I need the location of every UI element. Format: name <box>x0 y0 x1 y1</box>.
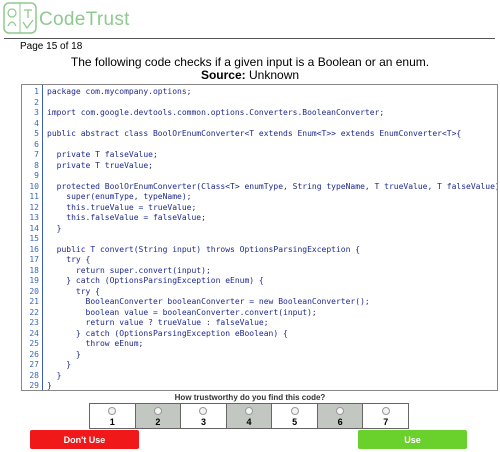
line-number: 14 <box>29 223 39 233</box>
line-number: 29 <box>29 381 39 390</box>
rating-option-7[interactable]: 7 <box>363 404 408 428</box>
trust-rating-scale: 1 2 3 4 5 6 7 <box>89 403 409 429</box>
code-line: package com.mycompany.options; <box>47 87 192 96</box>
line-number: 23 <box>29 318 39 327</box>
code-line: } <box>47 381 52 390</box>
code-line: private T trueValue; <box>47 160 153 170</box>
line-number: 11 <box>29 192 39 201</box>
rating-option-2[interactable]: 2 <box>135 404 182 428</box>
line-number: 1 <box>34 87 39 96</box>
line-number: 8 <box>34 160 39 170</box>
code-line: BooleanConverter booleanConverter = new … <box>47 297 370 306</box>
brand-name: CodeTrust <box>39 9 130 30</box>
dont-use-button[interactable]: Don't Use <box>30 430 139 449</box>
code-line: this.falseValue = falseValue; <box>47 213 206 222</box>
line-number: 16 <box>29 244 39 254</box>
line-number: 6 <box>34 139 39 149</box>
header-divider <box>4 38 495 39</box>
rating-radio[interactable] <box>336 407 345 415</box>
line-number: 2 <box>34 97 39 107</box>
code-line: } <box>47 370 62 380</box>
source-value: Unknown <box>249 68 300 82</box>
code-viewer[interactable]: 1 2 3 4 5 6 7 8 9 10 11 12 13 14 15 16 17 18 19 20 21 22 23 24 2… <box>21 84 498 391</box>
line-number: 25 <box>29 339 39 348</box>
rating-label: 7 <box>383 417 389 427</box>
code-content: package com.mycompany.options; import com… <box>47 87 498 390</box>
rating-option-4[interactable]: 4 <box>226 404 273 428</box>
line-number: 15 <box>29 234 39 243</box>
line-number: 7 <box>34 150 39 159</box>
code-line: } <box>47 223 62 233</box>
code-line: private T falseValue; <box>47 150 158 159</box>
code-line: protected BoolOrEnumConverter(Class<T> e… <box>47 181 498 191</box>
line-number: 24 <box>29 328 39 338</box>
rating-radio[interactable] <box>153 407 162 415</box>
source-label: Source: <box>200 68 246 82</box>
header: CodeTrust <box>0 0 500 38</box>
rating-radio[interactable] <box>290 407 299 415</box>
code-line: public abstract class BoolOrEnumConverte… <box>47 129 462 138</box>
rating-label: 4 <box>246 417 252 427</box>
rating-label: 1 <box>109 417 115 427</box>
code-line: boolean value = booleanConverter.convert… <box>47 307 317 317</box>
code-line: super(enumType, typeName); <box>47 192 192 201</box>
rating-radio[interactable] <box>108 407 117 415</box>
code-line: try { <box>47 286 100 296</box>
code-line: } catch (OptionsParsingException eBoolea… <box>47 328 288 338</box>
line-number: 22 <box>29 307 39 317</box>
rating-label: 3 <box>200 417 206 427</box>
code-line: } catch (OptionsParsingException eEnum) … <box>47 276 264 285</box>
line-number: 9 <box>34 171 39 180</box>
line-number: 28 <box>29 370 39 380</box>
rating-option-1[interactable]: 1 <box>90 404 136 428</box>
rating-option-6[interactable]: 6 <box>317 404 364 428</box>
code-line: public T convert(String input) throws Op… <box>47 244 361 254</box>
gutter-divider <box>42 85 43 390</box>
line-number: 20 <box>29 286 39 296</box>
code-line: } <box>47 360 72 369</box>
code-line: import com.google.devtools.common.option… <box>47 108 385 117</box>
line-number: 27 <box>29 360 39 369</box>
line-number: 21 <box>29 297 39 306</box>
page-indicator: Page 15 of 18 <box>20 41 83 52</box>
rating-label: 5 <box>292 417 298 427</box>
code-line: return super.convert(input); <box>47 265 211 275</box>
rating-label: 6 <box>337 417 343 427</box>
line-number: 12 <box>29 202 39 212</box>
rating-question: How trustworthy do you find this code? <box>174 393 326 402</box>
rating-radio[interactable] <box>245 407 254 415</box>
line-number-gutter: 1 2 3 4 5 6 7 8 9 10 11 12 13 14 15 16 17 18 19 20 21 22 23 24 2… <box>22 87 39 390</box>
rating-radio[interactable] <box>199 407 208 415</box>
line-number: 26 <box>29 349 39 359</box>
line-number: 18 <box>29 265 39 275</box>
line-number: 13 <box>29 213 39 222</box>
line-number: 17 <box>29 255 39 264</box>
code-line: } <box>47 349 81 359</box>
codetrust-logo-icon <box>3 2 37 34</box>
rating-label: 2 <box>155 417 161 427</box>
line-number: 3 <box>34 108 39 117</box>
line-number: 19 <box>29 276 39 285</box>
code-line: throw eEnum; <box>47 339 144 348</box>
rating-radio[interactable] <box>381 407 390 415</box>
rating-option-3[interactable]: 3 <box>181 404 227 428</box>
rating-option-5[interactable]: 5 <box>272 404 318 428</box>
use-button[interactable]: Use <box>358 430 467 449</box>
code-line: return value ? trueValue : falseValue; <box>47 318 269 327</box>
line-number: 4 <box>34 118 39 128</box>
line-number: 10 <box>29 181 39 191</box>
code-line: try { <box>47 255 91 264</box>
line-number: 5 <box>34 129 39 138</box>
code-line: this.trueValue = trueValue; <box>47 202 197 212</box>
prompt-source: Source: Unknown <box>0 69 500 82</box>
